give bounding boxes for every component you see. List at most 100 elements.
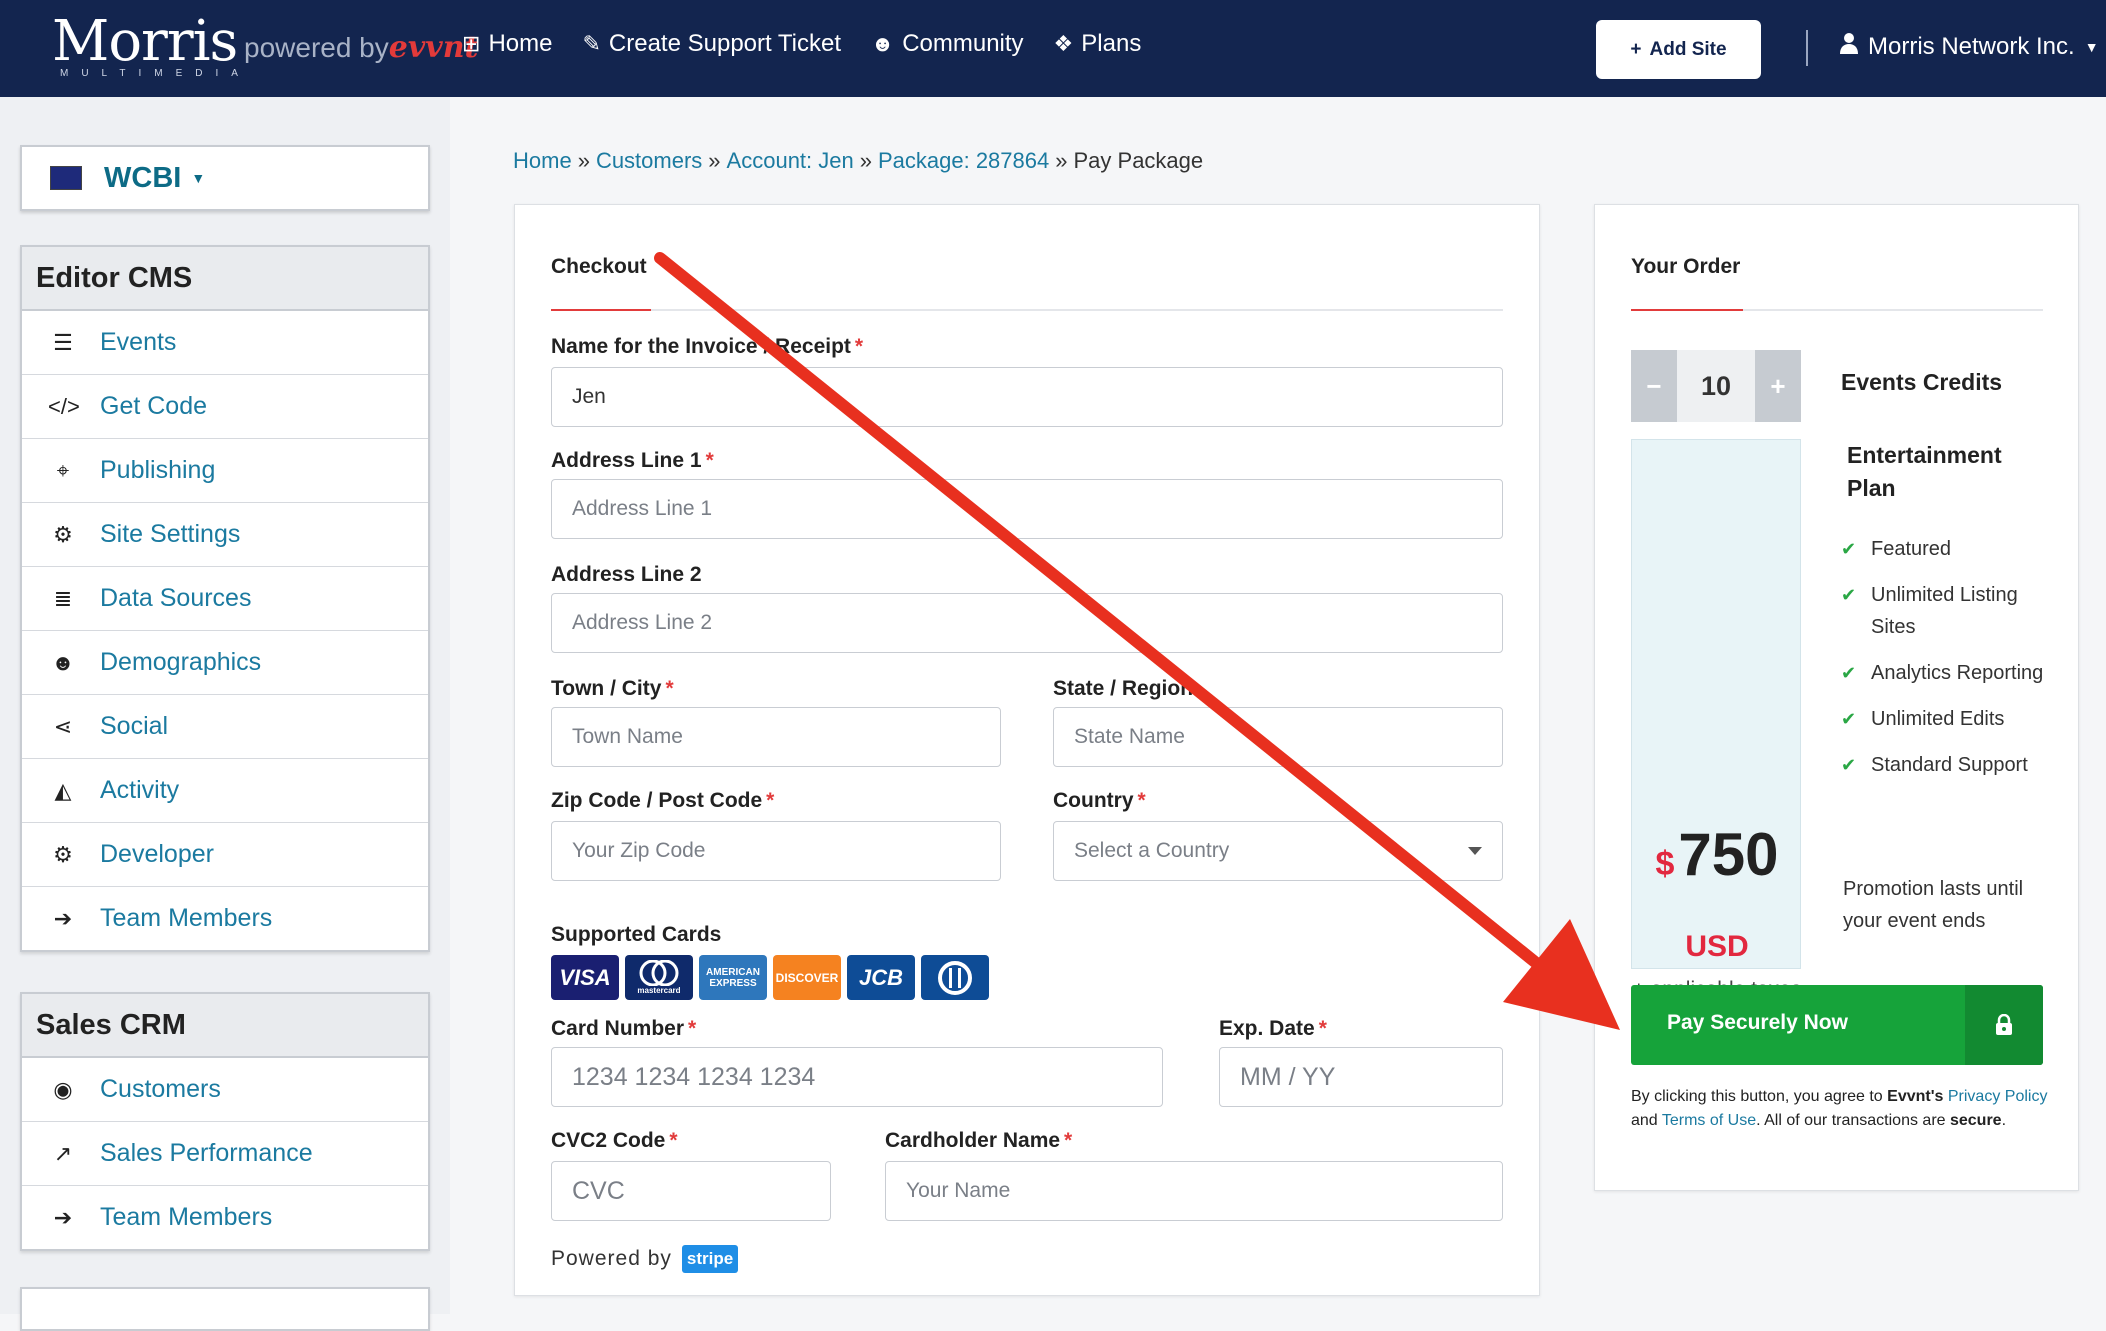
- price: $ 750: [1632, 820, 1802, 889]
- users-icon: ☻: [871, 31, 895, 56]
- sidebar-item-label: Team Members: [100, 1203, 273, 1231]
- terms-of-use-link[interactable]: Terms of Use: [1662, 1112, 1756, 1129]
- country-select-placeholder: Select a Country: [1074, 839, 1230, 862]
- add-site-button[interactable]: + Add Site: [1596, 20, 1761, 79]
- sidebar-item-label: Developer: [100, 840, 214, 868]
- check-icon: ✔: [1841, 755, 1857, 775]
- cvc-label: CVC2 Code *: [551, 1129, 678, 1152]
- code-icon: </>: [48, 393, 80, 419]
- country-select[interactable]: Select a Country: [1053, 821, 1503, 881]
- supported-cards: VISA mastercard AMERICAN EXPRESS DISCOVE…: [551, 955, 989, 1000]
- nav-links: ⊞ Home ✎ Create Support Ticket ☻ Communi…: [462, 30, 1141, 58]
- visa-logo: VISA: [551, 955, 619, 1000]
- chevron-down-icon: ▼: [191, 170, 206, 186]
- sidebar-item-site-settings[interactable]: ⚙ Site Settings: [22, 503, 428, 567]
- sidebar-item-activity[interactable]: ◭ Activity: [22, 759, 428, 823]
- sidebar-item-team-members[interactable]: ➔ Team Members: [22, 887, 428, 950]
- checkout-title-rule: [551, 309, 1503, 311]
- sidebar-item-developer[interactable]: ⚙ Developer: [22, 823, 428, 887]
- breadcrumb-separator: »: [1055, 148, 1068, 173]
- ticket-icon: ✎: [582, 31, 601, 56]
- sidebar-item-label: Get Code: [100, 392, 208, 420]
- plan-title: Entertainment Plan: [1847, 442, 2002, 501]
- logo-subtext: MULTIMEDIA: [60, 68, 251, 79]
- card-number-input[interactable]: [551, 1047, 1163, 1107]
- sidebar-item-events[interactable]: ☰ Events: [22, 311, 428, 375]
- zip-label: Zip Code / Post Code *: [551, 789, 775, 812]
- users-icon: ☻: [51, 649, 75, 675]
- invoice-name-input[interactable]: [551, 367, 1503, 427]
- address1-label: Address Line 1 *: [551, 449, 714, 472]
- order-title-rule: [1631, 309, 2043, 311]
- pay-securely-button[interactable]: Pay Securely Now: [1631, 985, 2043, 1065]
- gear-icon: ⚙: [53, 841, 73, 867]
- check-icon: ✔: [1841, 539, 1857, 559]
- town-input[interactable]: [551, 707, 1001, 767]
- lock-icon: [1965, 985, 2043, 1065]
- nav-create-support-ticket[interactable]: ✎ Create Support Ticket: [582, 30, 841, 58]
- sidebar-item-get-code[interactable]: </> Get Code: [22, 375, 428, 439]
- state-label: State / Region: [1053, 677, 1194, 700]
- nav-plans[interactable]: ❖ Plans: [1054, 30, 1142, 58]
- site-name: WCBI: [104, 161, 182, 194]
- sidebar-item-label: Site Settings: [100, 520, 241, 548]
- cardholder-name-input[interactable]: [885, 1161, 1503, 1221]
- share-icon: ⋖: [53, 713, 73, 739]
- amex-logo: AMERICAN EXPRESS: [699, 955, 767, 1000]
- jcb-logo: JCB: [847, 955, 915, 1000]
- pay-button-label: Pay Securely Now: [1667, 1011, 1848, 1034]
- quantity-value[interactable]: 10: [1677, 350, 1755, 422]
- order-title: Your Order: [1631, 255, 1741, 278]
- sidebar-item-team-members[interactable]: ➔ Team Members: [22, 1186, 428, 1249]
- increment-button[interactable]: +: [1755, 350, 1801, 422]
- zip-input[interactable]: [551, 821, 1001, 881]
- price-amount: 750: [1678, 821, 1779, 888]
- nav-community-label: Community: [902, 30, 1024, 57]
- nav-community[interactable]: ☻ Community: [871, 30, 1024, 58]
- order-summary-card: Your Order − 10 + Events Credits $ 750 U…: [1594, 204, 2079, 1191]
- town-label: Town / City *: [551, 677, 674, 700]
- promotion-note: Promotion lasts until your event ends: [1843, 878, 2024, 932]
- decrement-button[interactable]: −: [1631, 350, 1677, 422]
- address-line-1-input[interactable]: [551, 479, 1503, 539]
- breadcrumb-separator: »: [859, 148, 872, 173]
- cubes-icon: ❖: [1053, 31, 1074, 56]
- feature-item: ✔ Featured: [1841, 533, 2061, 565]
- check-icon: ✔: [1841, 585, 1857, 605]
- address-line-2-input[interactable]: [551, 593, 1503, 653]
- sidebar-item-label: Team Members: [100, 904, 273, 932]
- cvc-input[interactable]: [551, 1161, 831, 1221]
- list-icon: ☰: [53, 329, 73, 355]
- breadcrumb-package[interactable]: Package: 287864: [878, 148, 1049, 173]
- sidebar-item-sales-performance[interactable]: ↗ Sales Performance: [22, 1122, 428, 1186]
- sidebar-item-demographics[interactable]: ☻ Demographics: [22, 631, 428, 695]
- breadcrumb-account[interactable]: Account: Jen: [727, 148, 854, 173]
- breadcrumb-current: Pay Package: [1073, 148, 1204, 173]
- breadcrumb-home[interactable]: Home: [513, 148, 572, 173]
- logo-text: Morris: [52, 9, 238, 74]
- state-input[interactable]: [1053, 707, 1503, 767]
- sales-crm-panel: Sales CRM ◉ Customers ↗ Sales Performanc…: [20, 992, 430, 1251]
- sidebar-item-label: Data Sources: [100, 584, 252, 612]
- breadcrumb-customers[interactable]: Customers: [596, 148, 702, 173]
- price-currency: USD: [1685, 930, 1749, 963]
- sidebar-item-data-sources[interactable]: ≣ Data Sources: [22, 567, 428, 631]
- sidebar-item-label: Events: [100, 328, 177, 356]
- stripe-logo[interactable]: stripe: [681, 1245, 739, 1273]
- line-chart-icon: ↗: [53, 1140, 73, 1166]
- country-label: Country *: [1053, 789, 1146, 812]
- cardholder-label: Cardholder Name *: [885, 1129, 1073, 1152]
- sidebar-item-customers[interactable]: ◉ Customers: [22, 1058, 428, 1122]
- exp-date-input[interactable]: [1219, 1047, 1503, 1107]
- privacy-policy-link[interactable]: Privacy Policy: [1948, 1088, 2048, 1105]
- sidebar-item-publishing[interactable]: ⌖ Publishing: [22, 439, 428, 503]
- account-menu[interactable]: Morris Network Inc. ▼: [1840, 32, 2099, 61]
- sidebar-item-social[interactable]: ⋖ Social: [22, 695, 428, 759]
- editor-cms-panel: Editor CMS ☰ Events </> Get Code ⌖ Publi…: [20, 245, 430, 952]
- account-name: Morris Network Inc.: [1868, 32, 2075, 60]
- site-switcher[interactable]: WCBI ▼: [20, 145, 430, 211]
- nav-home[interactable]: ⊞ Home: [462, 30, 552, 58]
- morris-logo[interactable]: Morris MULTIMEDIA: [52, 9, 251, 80]
- checkout-title: Checkout: [551, 255, 647, 278]
- breadcrumb-separator: »: [577, 148, 590, 173]
